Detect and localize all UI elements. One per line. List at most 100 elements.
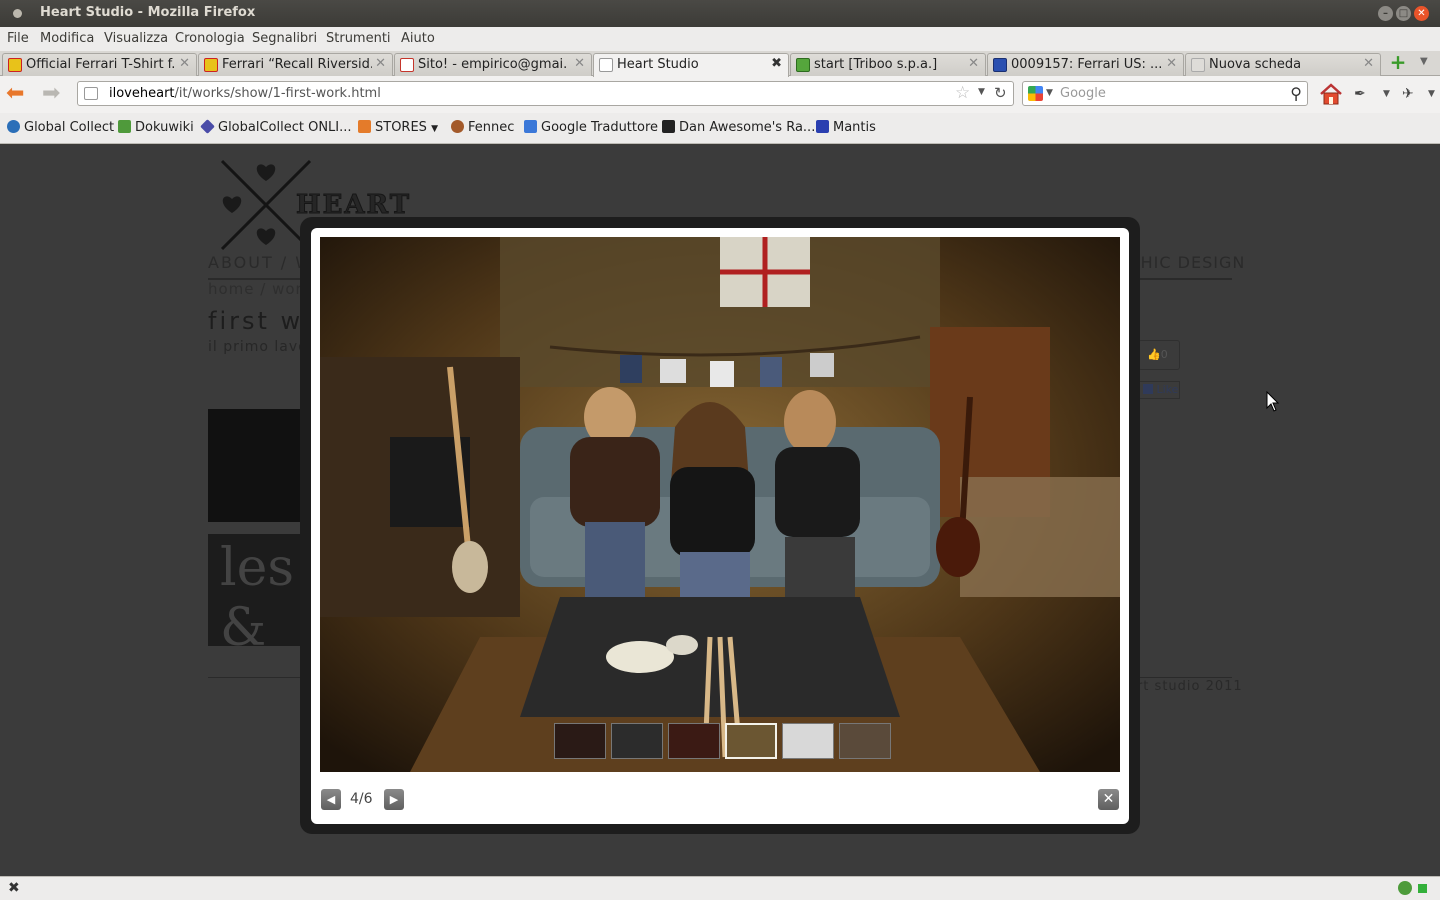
tab-close-icon[interactable]: ✕: [574, 56, 585, 71]
tab-close-icon[interactable]: ✕: [1166, 56, 1177, 71]
close-addon-bar-icon[interactable]: ✖: [8, 880, 20, 896]
tab-close-icon[interactable]: ✕: [179, 56, 190, 71]
window-titlebar: Heart Studio - Mozilla Firefox – □ ✕: [0, 0, 1440, 27]
tab-ferrari-recall[interactable]: Ferrari “Recall Riversid... ✕: [198, 53, 393, 76]
fennec-icon: [451, 120, 464, 133]
menu-modifica[interactable]: Modifica: [40, 31, 94, 46]
chevron-left-icon: ◀: [326, 793, 336, 806]
bookmark-dokuwiki[interactable]: Dokuwiki: [118, 120, 194, 135]
tab-close-icon[interactable]: ✖: [771, 56, 782, 71]
url-domain: iloveheart: [109, 86, 175, 101]
bookmark-global-collect[interactable]: Global Collect: [7, 120, 114, 135]
gmail-favicon-icon: [400, 58, 414, 72]
menu-cronologia[interactable]: Cronologia: [175, 31, 245, 46]
window-menu-icon[interactable]: [13, 9, 22, 18]
bookmark-mantis[interactable]: Mantis: [816, 120, 876, 135]
forward-arrow-icon[interactable]: ➡: [42, 82, 60, 106]
addon-dropdown-icon[interactable]: ▼: [1428, 89, 1435, 99]
tab-label: start [Triboo s.p.a.]: [814, 57, 938, 72]
google-engine-icon[interactable]: [1028, 86, 1043, 101]
url-bar[interactable]: iloveheart/it/works/show/1-first-work.ht…: [77, 81, 1014, 106]
bookmark-fennec[interactable]: Fennec: [451, 120, 514, 135]
tab-ferrari-tshirt[interactable]: Official Ferrari T-Shirt f... ✕: [2, 53, 197, 76]
lightbox-counter: 4/6: [350, 791, 373, 807]
menu-strumenti[interactable]: Strumenti: [326, 31, 391, 46]
home-icon[interactable]: [1318, 82, 1344, 106]
bookmark-google-translate[interactable]: Google Traduttore: [524, 120, 658, 135]
tab-heart-studio[interactable]: Heart Studio ✖: [593, 53, 789, 77]
menu-visualizza[interactable]: Visualizza: [104, 31, 168, 46]
lightbox-thumbnail[interactable]: [554, 723, 606, 759]
lightbox-prev-button[interactable]: ◀: [321, 789, 341, 810]
breadcrumb[interactable]: home / work: [208, 280, 312, 298]
tab-close-icon[interactable]: ✕: [1363, 56, 1374, 71]
dokuwiki-favicon-icon: [796, 58, 810, 72]
tab-dokuwiki-start[interactable]: start [Triboo s.p.a.] ✕: [790, 53, 986, 76]
lightbox-thumbnail-selected[interactable]: [725, 723, 777, 759]
bookmark-star-icon[interactable]: ☆: [955, 83, 970, 103]
maximize-button[interactable]: □: [1396, 6, 1411, 21]
like-counter[interactable]: 👍0: [1138, 340, 1180, 370]
logo-wordmark[interactable]: HEART: [295, 190, 411, 221]
site-nav-left[interactable]: ABOUT / W: [208, 253, 313, 272]
tab-label: Sito! - empirico@gmai...: [418, 57, 568, 72]
tab-label: Ferrari “Recall Riversid...: [222, 57, 372, 72]
tab-label: Heart Studio: [617, 57, 699, 72]
site-nav-right[interactable]: PHIC DESIGN: [1130, 253, 1245, 272]
wiki-icon: [118, 120, 131, 133]
lightbox-photo[interactable]: [320, 237, 1120, 772]
tab-label: 0009157: Ferrari US: ...: [1011, 57, 1161, 72]
bookmarks-toolbar: Global Collect Dokuwiki GlobalCollect ON…: [0, 113, 1440, 144]
menu-bar: File Modifica Visualizza Cronologia Segn…: [0, 27, 1440, 51]
menu-file[interactable]: File: [7, 31, 29, 46]
bookmark-globalcollect-online[interactable]: GlobalCollect ONLI...: [200, 119, 352, 135]
lightbox-thumbnail[interactable]: [839, 723, 891, 759]
addon-dropdown-icon[interactable]: ▼: [1383, 89, 1390, 99]
back-arrow-icon[interactable]: ⬅: [6, 82, 24, 106]
tab-list-chevron-icon[interactable]: ▼: [1420, 56, 1428, 67]
engine-dropdown-icon[interactable]: ▼: [1046, 88, 1053, 98]
bookmark-dan-awesome[interactable]: Dan Awesome's Ra...: [662, 120, 815, 135]
diamond-icon: [200, 119, 215, 134]
chevron-right-icon: ▶: [389, 793, 399, 806]
mantis-icon: [816, 120, 829, 133]
footer-copyright: art studio 2011: [1128, 679, 1243, 694]
window-title: Heart Studio - Mozilla Firefox: [40, 5, 256, 20]
new-tab-plus-icon[interactable]: +: [1387, 52, 1409, 73]
addon-pen-icon[interactable]: ✒: [1354, 86, 1366, 102]
search-magnifier-icon[interactable]: ⚲: [1290, 84, 1302, 103]
search-placeholder: Google: [1060, 86, 1106, 101]
tab-new[interactable]: Nuova scheda ✕: [1185, 53, 1381, 76]
tab-gmail[interactable]: Sito! - empirico@gmai... ✕: [394, 53, 592, 76]
close-icon: ✕: [1102, 791, 1115, 807]
url-text[interactable]: iloveheart/it/works/show/1-first-work.ht…: [109, 86, 381, 101]
tab-close-icon[interactable]: ✕: [375, 56, 386, 71]
facebook-like-button[interactable]: Like: [1138, 381, 1180, 399]
lightbox-close-button[interactable]: ✕: [1098, 789, 1119, 810]
tab-close-icon[interactable]: ✕: [968, 56, 979, 71]
search-bar[interactable]: ▼ Google ⚲: [1022, 81, 1308, 106]
lightbox-next-button[interactable]: ▶: [384, 789, 404, 810]
reload-icon[interactable]: ↻: [994, 84, 1007, 102]
addon-tools-icon[interactable]: ✈: [1402, 86, 1414, 102]
navigation-toolbar: ⬅ ➡ iloveheart/it/works/show/1-first-wor…: [0, 76, 1440, 113]
lightbox-thumbnail[interactable]: [782, 723, 834, 759]
facebook-icon: [1143, 384, 1153, 394]
chevron-down-icon: ▼: [431, 124, 438, 134]
menu-aiuto[interactable]: Aiuto: [401, 31, 435, 46]
minimize-button[interactable]: –: [1378, 6, 1393, 21]
translate-icon: [524, 120, 537, 133]
lightbox-thumbnail[interactable]: [668, 723, 720, 759]
status-indicator-icon[interactable]: [1418, 884, 1427, 893]
tab-label: Official Ferrari T-Shirt f...: [26, 57, 176, 72]
tab-mantis-issue[interactable]: 0009157: Ferrari US: ... ✕: [987, 53, 1184, 76]
firebug-icon[interactable]: [1398, 881, 1412, 895]
close-window-button[interactable]: ✕: [1414, 6, 1429, 21]
menu-segnalibri[interactable]: Segnalibri: [252, 31, 317, 46]
lightbox-thumbnail[interactable]: [611, 723, 663, 759]
site-identity-icon[interactable]: [84, 87, 98, 100]
url-path: /it/works/show/1-first-work.html: [174, 86, 381, 101]
folder-icon: [358, 120, 371, 133]
history-dropdown-icon[interactable]: ▼: [978, 87, 985, 97]
bookmark-folder-stores[interactable]: STORES ▼: [358, 120, 438, 135]
